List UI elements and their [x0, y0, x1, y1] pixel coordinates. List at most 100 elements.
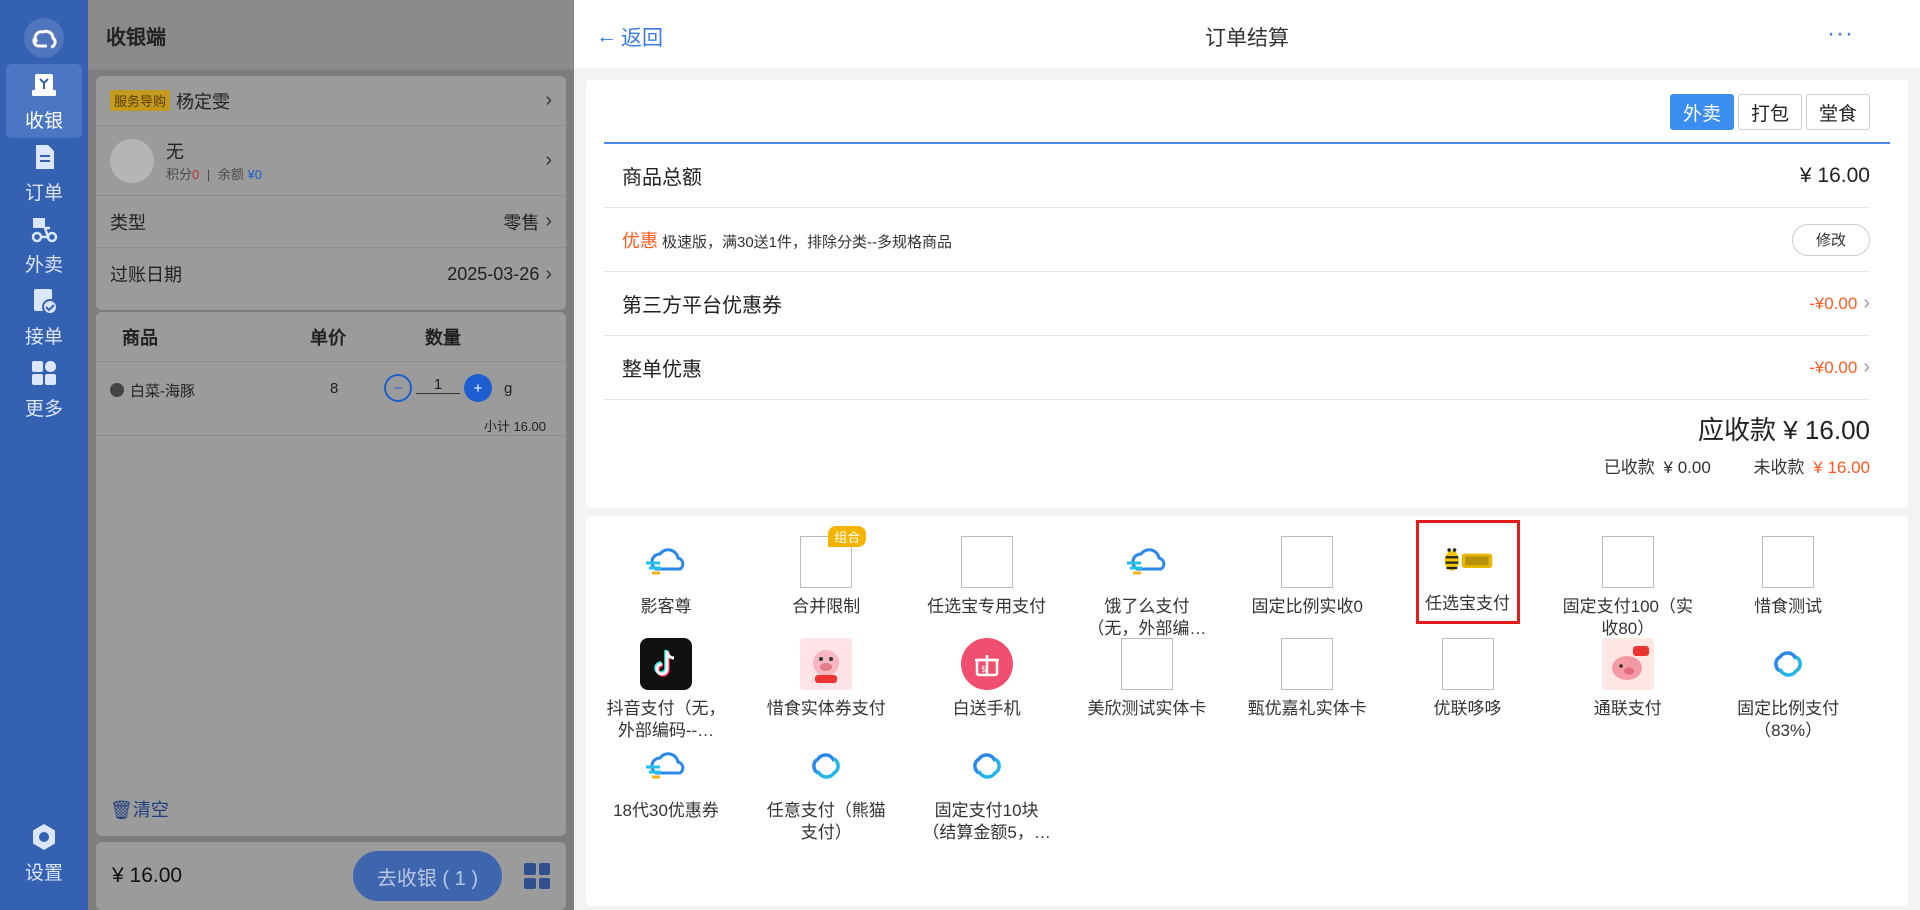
grid-icon: [32, 360, 56, 385]
delivery-icon: [31, 217, 58, 242]
checkout-bar: ¥ 16.00 去收银 ( 1 ): [96, 842, 566, 910]
cart-header: 商品 单价 数量: [96, 312, 566, 362]
coupon-value: -¥0.00: [1809, 294, 1858, 313]
quantity-field[interactable]: 1: [416, 376, 460, 394]
member-name: 无: [166, 142, 184, 162]
payment-option-label: 任选宝专用支付: [927, 597, 1047, 616]
payment-option[interactable]: 惜食测试: [1723, 526, 1853, 640]
bee-logo-icon: [1442, 533, 1494, 585]
payment-option[interactable]: 美欣测试实体卡: [1082, 628, 1212, 742]
payment-option[interactable]: 18代30优惠券: [601, 730, 731, 844]
payment-option-label: 甄优嘉礼实体卡: [1247, 699, 1367, 718]
nav-label: 更多: [24, 398, 63, 420]
date-row[interactable]: 过账日期 2025-03-26 ›: [96, 248, 566, 300]
order-icon: [36, 144, 54, 169]
order-type-takeaway[interactable]: 打包: [1737, 94, 1802, 130]
coupon-label: 第三方平台优惠券: [622, 295, 782, 317]
order-type-toggle: 外卖 打包 堂食: [1669, 94, 1870, 130]
date-value: 2025-03-26: [447, 263, 540, 284]
cashier-title: 收银端: [88, 0, 574, 70]
clear-button[interactable]: 🗑清空: [110, 796, 169, 822]
broken-image-icon: [1441, 638, 1494, 690]
chevron-right-icon: ›: [545, 149, 552, 171]
payment-option[interactable]: 优联哆哆: [1403, 628, 1533, 742]
goods-total-row: 商品总额 ¥ 16.00: [604, 144, 1870, 208]
nav-item-cashier[interactable]: 收银: [6, 64, 82, 138]
type-label: 类型: [110, 212, 146, 233]
payment-option-label: 影客尊: [640, 597, 692, 616]
chevron-right-icon: ›: [545, 262, 552, 285]
guide-row[interactable]: 服务导购 杨定雯 ›: [96, 76, 566, 126]
order-type-delivery[interactable]: 外卖: [1669, 94, 1734, 130]
goods-total-value: ¥ 16.00: [1799, 163, 1870, 187]
order-summary: 外卖 打包 堂食 商品总额 ¥ 16.00 优惠 极速版，满30送1件，排除分类-…: [586, 80, 1908, 508]
chevron-right-icon: ›: [1863, 356, 1870, 378]
item-price: 8: [330, 380, 339, 397]
modal-header: ← 返回 订单结算 ···: [574, 0, 1920, 68]
grid-toggle-icon[interactable]: [524, 863, 550, 889]
nav-item-more[interactable]: 更多: [6, 352, 82, 426]
goods-total-label: 商品总额: [622, 167, 702, 189]
guide-tag: 服务导购: [110, 90, 171, 111]
payment-option[interactable]: 任意支付（熊猫支付）: [761, 730, 891, 844]
nav-item-orders[interactable]: 订单: [6, 136, 82, 210]
unpaid-label: 未收款: [1753, 458, 1805, 477]
edit-promo-button[interactable]: 修改: [1792, 223, 1870, 256]
payment-option[interactable]: 甄优嘉礼实体卡: [1242, 628, 1372, 742]
payment-option[interactable]: 固定支付10块（结算金额5，…: [922, 730, 1052, 844]
payment-option[interactable]: 固定比例支付（83%）: [1723, 628, 1853, 742]
payment-option[interactable]: 固定支付100（实收80）: [1563, 526, 1693, 640]
minus-icon[interactable]: −: [384, 374, 412, 402]
order-type-dine-in[interactable]: 堂食: [1805, 94, 1870, 130]
checkout-button[interactable]: 去收银 ( 1 ): [352, 851, 502, 901]
order-discount-row[interactable]: 整单优惠 -¥0.00 ›: [604, 336, 1870, 400]
payment-option[interactable]: 惜食实体券支付: [761, 628, 891, 742]
cart-item-row[interactable]: 白菜-海豚 8 − 1 + g 小计 16.00: [96, 362, 566, 436]
member-row[interactable]: 无 积分0 | 余额 ¥0 ›: [96, 126, 566, 196]
combo-badge: 组合: [828, 526, 867, 547]
date-label: 过账日期: [110, 265, 182, 285]
payment-option-label: 优联哆哆: [1433, 699, 1502, 718]
payment-option[interactable]: 组合 合并限制: [761, 526, 891, 640]
points-label: 积分: [166, 167, 193, 182]
payment-option-label: 通联支付: [1593, 699, 1662, 718]
payment-methods: 影客尊 组合 合并限制任选宝专用支付 饿了么支付（无，外部编… 固定比例实收0 任选宝支付…: [586, 516, 1908, 906]
payment-option[interactable]: 通联支付: [1563, 628, 1693, 742]
nav-item-settings[interactable]: 设置: [6, 816, 82, 890]
broken-image-icon: [1281, 638, 1334, 690]
col-qty: 数量: [425, 327, 461, 348]
promo-desc: 极速版，满30送1件，排除分类--多规格商品: [662, 233, 953, 251]
checkout-modal: ← 返回 订单结算 ··· 外卖 打包 堂食 商品总额 ¥ 16.00 优惠 极速…: [574, 0, 1920, 910]
page-title: 订单结算: [1205, 27, 1289, 50]
customer-card: 服务导购 杨定雯 › 无 积分0 | 余额 ¥0 › 类型 零售 › 过账日期 …: [96, 76, 566, 310]
nav-item-delivery[interactable]: 外卖: [6, 208, 82, 282]
nav-label: 收银: [24, 110, 63, 132]
item-unit: g: [504, 380, 513, 397]
more-options-icon[interactable]: ···: [1827, 20, 1854, 48]
payment-option-label: 美欣测试实体卡: [1087, 699, 1207, 718]
payment-option-label: 固定比例支付（83%）: [1737, 699, 1840, 740]
payment-option[interactable]: 任选宝支付: [1415, 520, 1520, 624]
payment-option-label: 固定支付10块（结算金额5，…: [922, 801, 1051, 842]
payment-option[interactable]: 固定比例实收0: [1242, 526, 1372, 640]
payment-option[interactable]: 任选宝专用支付: [922, 526, 1052, 640]
balance-label: 余额: [217, 167, 244, 182]
broken-image-icon: 组合: [800, 526, 867, 588]
remove-icon[interactable]: [110, 383, 124, 397]
payment-option[interactable]: $ 白送手机: [922, 628, 1052, 742]
avatar: [110, 138, 154, 183]
coupon-row[interactable]: 第三方平台优惠券 -¥0.00 ›: [604, 272, 1870, 336]
item-name: 白菜-海豚: [130, 383, 195, 400]
type-row[interactable]: 类型 零售 ›: [96, 196, 566, 248]
payment-option[interactable]: 饿了么支付（无，外部编…: [1082, 526, 1212, 640]
gift-icon: $: [960, 638, 1013, 690]
pig-mascot-icon: [800, 638, 853, 690]
payment-option[interactable]: 抖音支付（无，外部编码--…: [601, 628, 731, 742]
trash-icon: 🗑: [110, 800, 133, 820]
plus-icon[interactable]: +: [464, 374, 492, 402]
nav-item-accept-order[interactable]: 接单: [6, 280, 82, 354]
item-subtotal: 小计 16.00: [483, 419, 546, 434]
payment-option[interactable]: 影客尊: [601, 526, 731, 640]
separator: |: [206, 167, 211, 182]
cloud-icon: [1121, 536, 1173, 588]
